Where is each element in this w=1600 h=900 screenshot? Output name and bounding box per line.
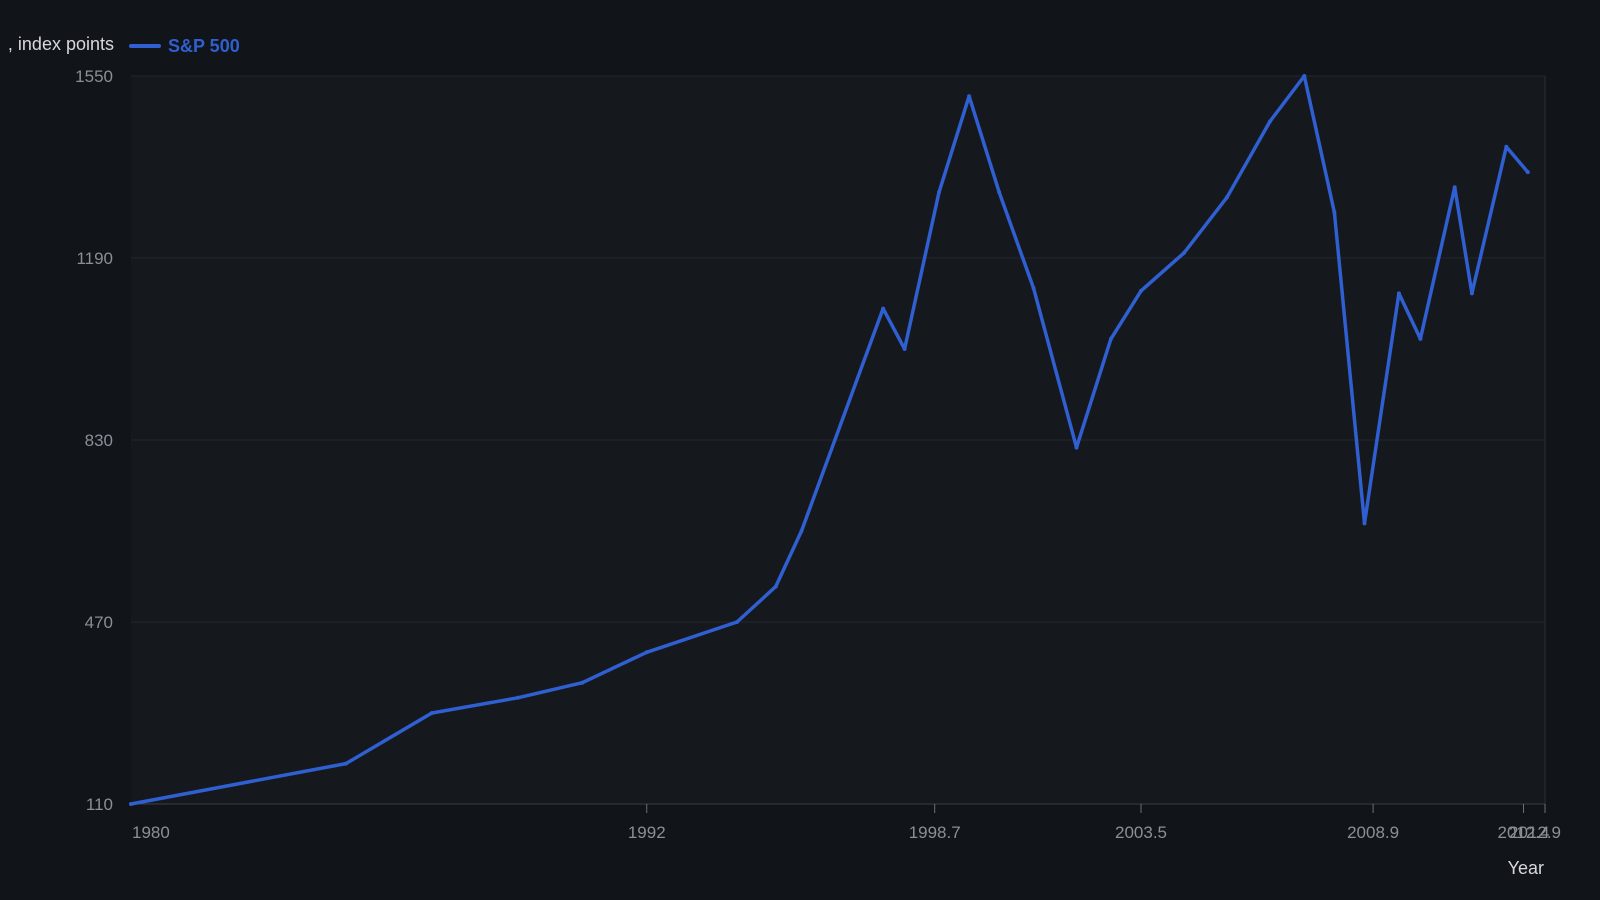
data-point[interactable] bbox=[773, 584, 778, 589]
line-chart: 110 470 830 1190 1550 1980 1992 1998.7 2003.5 20… bbox=[0, 0, 1600, 900]
data-point[interactable] bbox=[644, 650, 649, 655]
x-tick-label: 1992 bbox=[628, 823, 666, 842]
data-point[interactable] bbox=[1074, 445, 1079, 450]
data-point[interactable] bbox=[1332, 210, 1337, 215]
data-point[interactable] bbox=[881, 306, 886, 311]
data-point[interactable] bbox=[1418, 336, 1423, 341]
data-point[interactable] bbox=[429, 711, 434, 715]
x-tick-label: 1998.7 bbox=[909, 823, 961, 842]
data-point[interactable] bbox=[1108, 336, 1113, 341]
data-point[interactable] bbox=[580, 680, 585, 685]
x-tick-label: 2003.5 bbox=[1115, 823, 1167, 842]
data-point[interactable] bbox=[735, 620, 739, 624]
x-tick-label: 1980 bbox=[132, 823, 170, 842]
data-point[interactable] bbox=[937, 190, 941, 195]
data-point[interactable] bbox=[799, 529, 804, 533]
y-tick-label: 110 bbox=[86, 795, 113, 814]
chart-canvas: 110 470 830 1190 1550 1980 1992 1998.7 2003.5 20… bbox=[0, 0, 1600, 900]
x-axis-title: Year bbox=[1508, 858, 1544, 878]
data-point[interactable] bbox=[1469, 291, 1474, 296]
data-point[interactable] bbox=[1525, 170, 1530, 175]
x-tick-label: 2012.9 bbox=[1509, 823, 1561, 842]
legend-label-sp500: S&P 500 bbox=[168, 36, 240, 56]
data-point[interactable] bbox=[515, 695, 520, 700]
data-point[interactable] bbox=[1031, 286, 1036, 291]
data-point[interactable] bbox=[1504, 144, 1509, 149]
data-point[interactable] bbox=[1182, 250, 1186, 255]
y-tick-label: 830 bbox=[85, 431, 113, 450]
data-point[interactable] bbox=[1452, 185, 1457, 190]
y-tick-label: 1190 bbox=[76, 249, 113, 268]
data-point[interactable] bbox=[967, 94, 972, 99]
data-point[interactable] bbox=[1302, 74, 1307, 78]
y-tick-label: 470 bbox=[85, 613, 113, 632]
data-point[interactable] bbox=[1225, 195, 1229, 200]
y-tick-label: 1550 bbox=[75, 67, 113, 86]
data-point[interactable] bbox=[1362, 521, 1367, 526]
data-point[interactable] bbox=[1267, 119, 1272, 124]
x-tick-label: 2008.9 bbox=[1347, 823, 1399, 842]
data-point[interactable] bbox=[343, 761, 348, 766]
data-point[interactable] bbox=[1139, 288, 1143, 293]
data-point[interactable] bbox=[1396, 291, 1401, 296]
data-point[interactable] bbox=[997, 190, 1002, 195]
y-axis-title: , index points bbox=[8, 34, 114, 54]
data-point[interactable] bbox=[129, 802, 133, 806]
data-point[interactable] bbox=[902, 347, 907, 351]
